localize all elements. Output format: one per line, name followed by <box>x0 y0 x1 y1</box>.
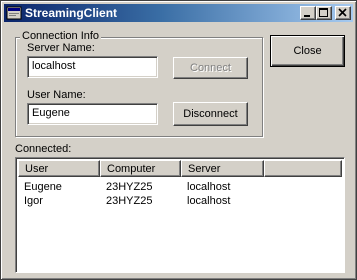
close-icon <box>338 8 347 17</box>
connected-label: Connected: <box>15 143 72 155</box>
maximize-button[interactable] <box>316 6 332 20</box>
app-icon <box>6 5 22 21</box>
title-bar[interactable]: StreamingClient <box>4 4 353 22</box>
connect-button[interactable]: Connect <box>173 57 248 79</box>
close-window-button[interactable] <box>335 6 351 20</box>
disconnect-button[interactable]: Disconnect <box>173 102 248 126</box>
cell-server: localhost <box>187 195 231 207</box>
column-header-server[interactable]: Server <box>181 160 264 177</box>
maximize-icon <box>319 8 328 17</box>
window-title: StreamingClient <box>25 6 118 20</box>
cell-user: Eugene <box>24 181 62 193</box>
minimize-icon <box>304 15 310 17</box>
server-name-label: Server Name: <box>27 42 95 54</box>
close-button[interactable]: Close <box>270 35 345 67</box>
cell-server: localhost <box>187 181 231 193</box>
cell-computer: 23HYZ25 <box>106 195 153 207</box>
column-header-user[interactable]: User <box>18 160 100 177</box>
cell-user: Igor <box>24 195 43 207</box>
app-window: StreamingClient Connection Info Server N… <box>0 0 357 280</box>
column-header-filler <box>264 160 342 177</box>
connection-info-label: Connection Info <box>20 30 102 42</box>
connected-list[interactable]: User Computer Server Eugene 23HYZ25 loca… <box>15 157 345 273</box>
server-name-input[interactable]: localhost <box>27 56 158 78</box>
user-name-label: User Name: <box>27 89 86 101</box>
minimize-button[interactable] <box>300 6 316 20</box>
cell-computer: 23HYZ25 <box>106 181 153 193</box>
user-name-input[interactable]: Eugene <box>27 103 158 125</box>
column-header-computer[interactable]: Computer <box>100 160 181 177</box>
